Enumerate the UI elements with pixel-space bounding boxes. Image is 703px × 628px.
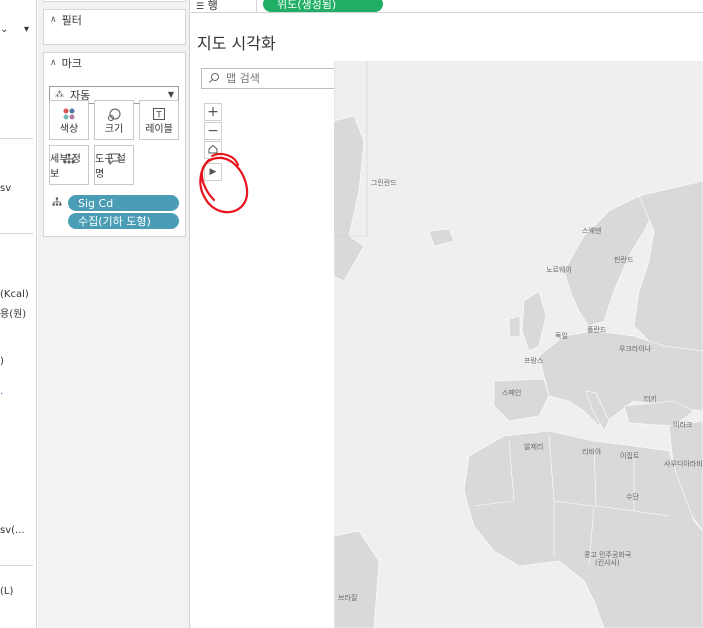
color-button[interactable]: 색상 <box>49 100 89 140</box>
marks-card-title: 마크 <box>61 57 82 70</box>
field-pill-geometry[interactable]: 수집(기하 도형) <box>68 213 179 229</box>
dropdown-arrow-icon: ▼ <box>167 90 174 99</box>
view-title: 지도 시각화 <box>197 34 276 53</box>
svg-text:T: T <box>155 111 162 121</box>
map-label: 리비아 <box>582 448 602 456</box>
map-label: 브라질 <box>338 594 358 602</box>
tableau-window: ⌄ ▾ sv (Kcal) 용(원) ) · sv(... (L) ∧ 필터 ∧… <box>0 0 703 628</box>
filters-card[interactable]: ∧ 필터 <box>43 9 186 45</box>
cards-column: ∧ 필터 ∧ 마크 ⁂ 자동 ▼ 색상 크기 T 레이블 세부 정보 도구 설명… <box>38 0 190 628</box>
search-icon <box>208 72 220 87</box>
map-label: 이집트 <box>620 452 640 460</box>
data-pane-chevron-icon[interactable]: ⌄ <box>0 24 8 35</box>
zoom-in-button[interactable]: + <box>204 103 222 121</box>
map-label: 알제리 <box>524 443 544 451</box>
marks-card: ∧ 마크 ⁂ 자동 ▼ 색상 크기 T 레이블 세부 정보 도구 설명 Sig … <box>43 52 186 237</box>
map-label: 독일 <box>555 332 568 340</box>
map-canvas[interactable]: 그린란드 스웨덴 핀란드 노르웨이 독일 폴란드 우크라이나 프랑스 스페인 터… <box>334 61 703 628</box>
field-fragment[interactable]: 용(원) <box>0 305 26 320</box>
reset-map-button[interactable] <box>204 141 222 159</box>
rows-shelf-label: ☰ 행 <box>196 0 218 12</box>
divider <box>0 565 33 566</box>
label-button[interactable]: T 레이블 <box>139 100 179 140</box>
divider <box>256 0 257 13</box>
divider <box>0 233 33 234</box>
rows-pill-latitude[interactable]: 위도(생성됨) <box>263 0 383 12</box>
field-fragment[interactable]: (Kcal) <box>0 289 29 300</box>
map-label: 수단 <box>626 493 639 501</box>
map-label: 터키 <box>644 395 657 403</box>
detail-hierarchy-icon <box>63 153 75 168</box>
field-fragment[interactable]: sv(... <box>0 525 25 536</box>
map-label: 그린란드 <box>371 179 397 187</box>
text-label-icon: T <box>153 108 165 123</box>
detail-hierarchy-icon <box>52 197 62 210</box>
field-fragment[interactable]: sv <box>0 183 11 194</box>
filters-card-title: 필터 <box>61 14 82 27</box>
home-icon <box>208 142 218 158</box>
field-fragment[interactable]: · <box>0 389 3 400</box>
size-button[interactable]: 크기 <box>94 100 134 140</box>
pages-card <box>43 0 186 2</box>
map-label: 스웨덴 <box>582 227 602 235</box>
field-fragment[interactable]: (L) <box>0 586 13 597</box>
rows-shelf[interactable]: ☰ 행 위도(생성됨) <box>191 0 703 13</box>
size-circles-icon <box>107 108 121 125</box>
map-label: 폴란드 <box>587 326 607 334</box>
collapse-chevron-icon[interactable]: ∧ <box>50 15 57 25</box>
play-triangle-icon: ▶ <box>209 167 217 177</box>
plus-icon: + <box>207 104 219 120</box>
map-label: 사우디아라비아 <box>664 460 703 468</box>
map-label: 핀란드 <box>614 256 634 264</box>
map-label: 스페인 <box>502 389 522 397</box>
map-label: 이라크 <box>673 421 693 429</box>
map-label: 노르웨이 <box>546 266 572 274</box>
map-label: 프랑스 <box>524 357 544 365</box>
zoom-out-button[interactable]: − <box>204 122 222 140</box>
field-fragment[interactable]: ) <box>0 356 4 367</box>
minus-icon: − <box>207 123 219 139</box>
tooltip-button[interactable]: 도구 설명 <box>94 145 134 185</box>
collapse-chevron-icon[interactable]: ∧ <box>50 58 57 68</box>
map-label: (킨샤사) <box>595 559 620 567</box>
detail-button[interactable]: 세부 정보 <box>49 145 89 185</box>
rows-icon: ☰ <box>196 2 205 12</box>
speech-bubble-icon <box>108 153 120 168</box>
color-dots-icon <box>62 108 76 123</box>
worksheet-view: 지도 시각화 + − ▶ <box>191 14 703 628</box>
map-mark-icon: ⁂ <box>55 90 64 100</box>
data-pane-dropdown-icon[interactable]: ▾ <box>24 24 29 35</box>
field-pill-sig-cd[interactable]: Sig Cd <box>68 195 179 211</box>
divider <box>0 138 33 139</box>
map-toolbar-expand-button[interactable]: ▶ <box>204 163 222 181</box>
map-label: 우크라이나 <box>619 345 652 353</box>
data-pane: ⌄ ▾ sv (Kcal) 용(원) ) · sv(... (L) <box>0 0 37 628</box>
